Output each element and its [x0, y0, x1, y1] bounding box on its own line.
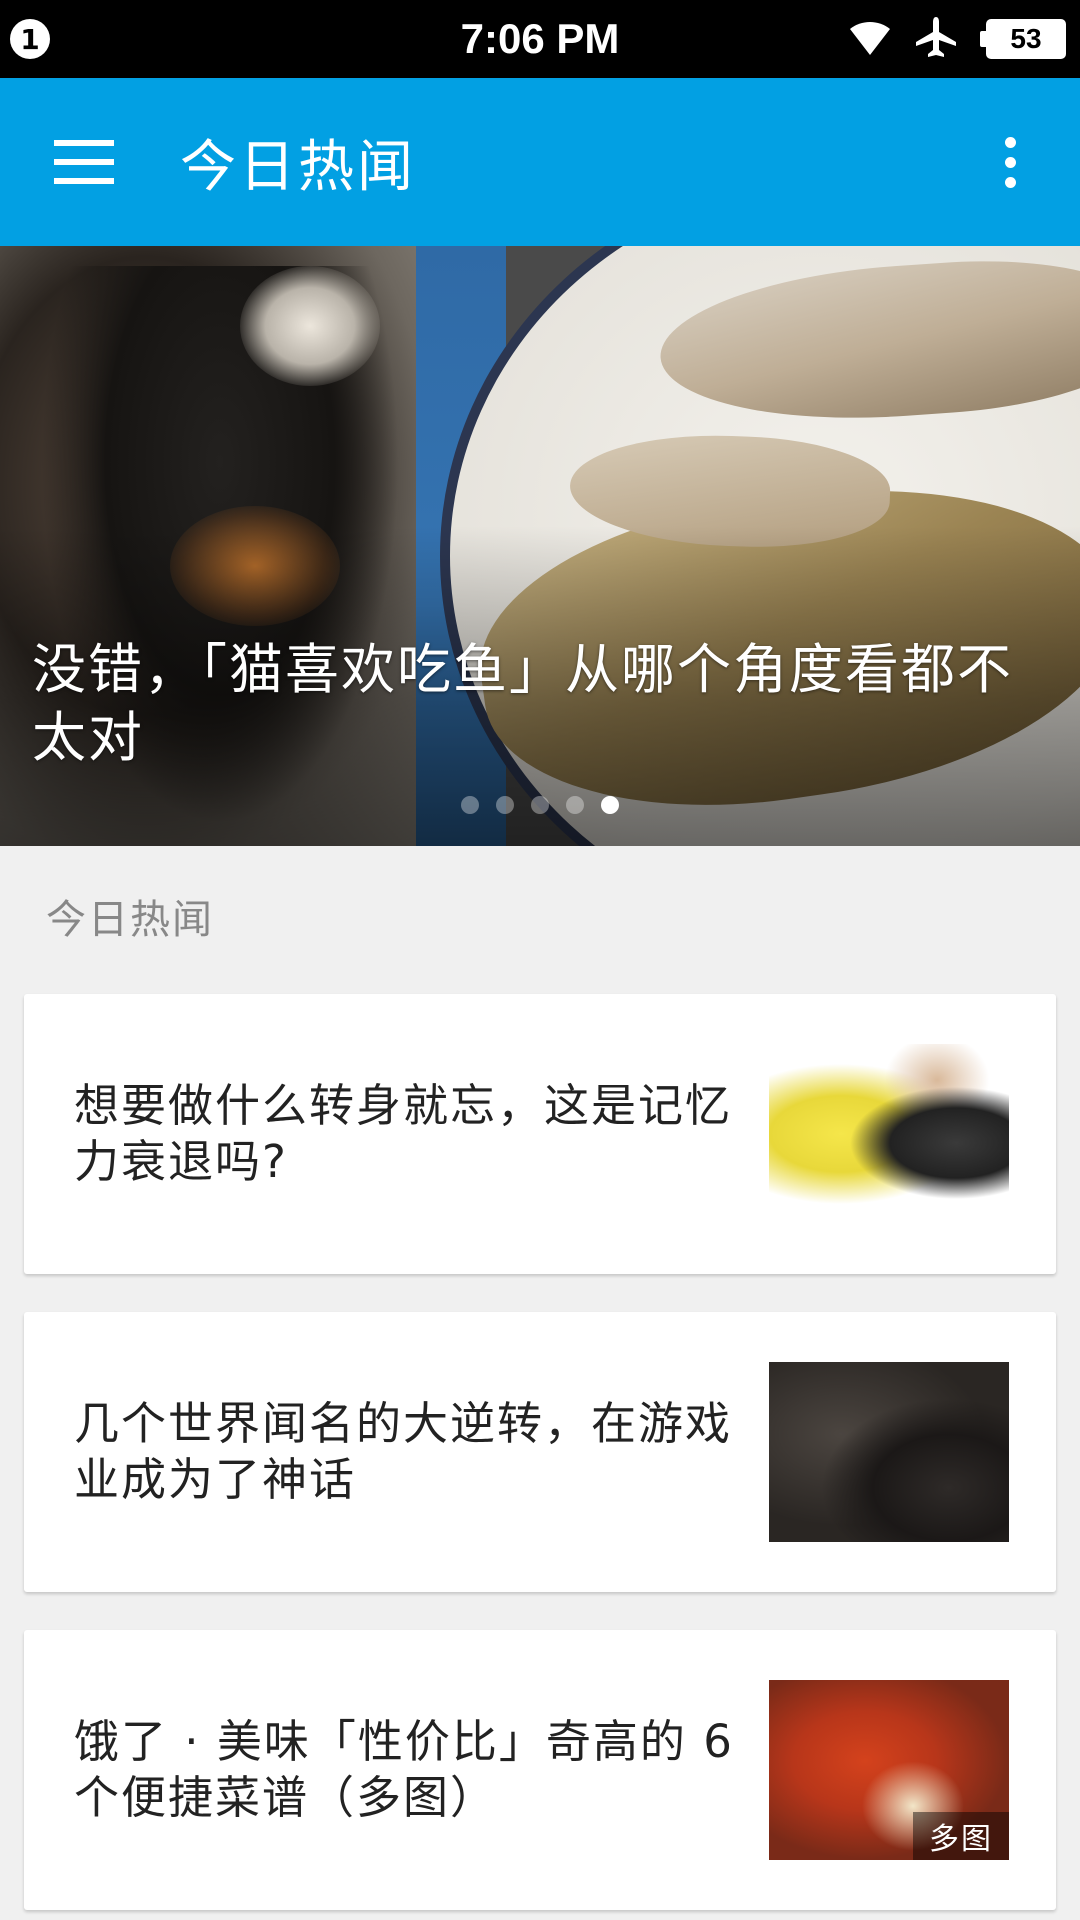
battery-level: 53: [986, 19, 1066, 59]
carousel-dot[interactable]: [496, 796, 514, 814]
app-bar: 今日热闻: [0, 78, 1080, 246]
story-card[interactable]: 想要做什么转身就忘，这是记忆力衰退吗?: [24, 994, 1056, 1274]
more-options-dot: [1004, 176, 1016, 188]
carousel-dot[interactable]: [566, 796, 584, 814]
more-options-button[interactable]: [980, 122, 1040, 202]
menu-icon-line: [54, 159, 114, 165]
carousel-dot-active[interactable]: [601, 796, 619, 814]
more-options-icon: [1004, 136, 1016, 148]
menu-button[interactable]: [36, 122, 132, 202]
menu-icon-line: [54, 178, 114, 184]
carousel-dot[interactable]: [531, 796, 549, 814]
story-title: 几个世界闻名的大逆转，在游戏业成为了神话: [74, 1397, 733, 1506]
story-card[interactable]: 几个世界闻名的大逆转，在游戏业成为了神话: [24, 1312, 1056, 1592]
story-thumbnail: [769, 1044, 1009, 1224]
multi-image-badge: 多图: [913, 1812, 1009, 1860]
cat-face: [240, 266, 380, 386]
menu-icon: [54, 140, 114, 146]
section-header: 今日热闻: [46, 897, 214, 943]
status-bar: 1 7:06 PM 53: [0, 0, 1080, 78]
story-title: 想要做什么转身就忘，这是记忆力衰退吗?: [74, 1079, 733, 1188]
story-title: 饿了 · 美味「性价比」奇高的 6 个便捷菜谱（多图）: [74, 1715, 734, 1824]
airplane-mode-icon: [914, 15, 958, 63]
app-title: 今日热闻: [180, 134, 416, 200]
more-options-dot: [1004, 156, 1016, 168]
story-thumbnail: [769, 1362, 1009, 1542]
carousel-indicator: [0, 796, 1080, 814]
story-thumbnail: 多图: [769, 1680, 1009, 1860]
battery-icon: 53: [980, 19, 1066, 59]
story-card[interactable]: 饿了 · 美味「性价比」奇高的 6 个便捷菜谱（多图） 多图: [24, 1630, 1056, 1910]
hero-title[interactable]: 没错，「猫喜欢吃鱼」从哪个角度看都不太对: [32, 636, 1022, 772]
status-icons: 53: [848, 14, 1066, 64]
hero-carousel[interactable]: 没错，「猫喜欢吃鱼」从哪个角度看都不太对: [0, 246, 1080, 846]
carousel-dot[interactable]: [461, 796, 479, 814]
wifi-icon: [848, 17, 892, 61]
